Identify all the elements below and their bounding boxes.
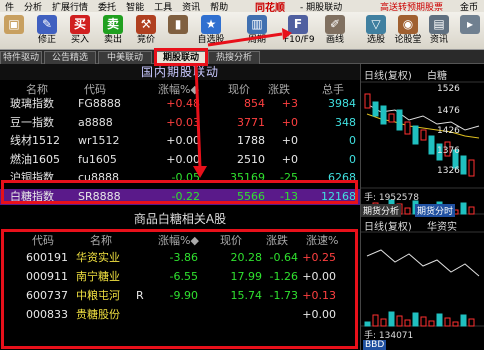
candle [404, 121, 411, 135]
candle [396, 109, 403, 131]
chart-tab-futures-k[interactable]: 期货分析 [361, 204, 402, 217]
volume-bar [404, 319, 411, 327]
candle [428, 135, 435, 155]
arrow-to-row [194, 63, 202, 169]
price-axis-3: 1426 [437, 126, 460, 136]
candle [364, 93, 371, 109]
stock-chart-period-label[interactable]: 日线(复权) [364, 218, 412, 233]
price-axis-1: 1526 [437, 84, 460, 94]
candle [388, 113, 395, 123]
volume-bar [436, 313, 443, 327]
volume-bar [380, 318, 387, 327]
volume-bar [372, 314, 379, 327]
volume-bar [452, 321, 459, 327]
volume-bar [396, 315, 403, 327]
volume-bar [428, 320, 435, 327]
price-axis-5: 1326 [437, 166, 460, 176]
volume-label-1: 手: 1952578 [364, 193, 419, 203]
volume-bar [420, 316, 427, 327]
chart-tab-futures-intraday[interactable]: 期货分时 [415, 204, 456, 217]
arrow-to-menu [207, 32, 283, 47]
volume-bar [468, 318, 475, 327]
volume-bar [468, 206, 475, 215]
candle [372, 101, 379, 117]
candle [468, 159, 475, 177]
volume-bar [364, 321, 371, 327]
price-axis-2: 1476 [437, 106, 460, 116]
bbd-badge[interactable]: BBD [363, 340, 387, 350]
volume-bar [460, 202, 467, 215]
arrow-head-right [282, 28, 292, 40]
candle [420, 129, 427, 141]
chart-symbol-label: 白糖 [427, 71, 447, 82]
stock-chart-symbol-label: 华资实 [427, 222, 457, 233]
volume-bar [444, 317, 451, 327]
chart-period-label[interactable]: 日线(复权) [364, 67, 412, 82]
candle [460, 155, 467, 175]
volume-bar [388, 311, 395, 327]
candle [380, 105, 387, 125]
volume-bar [460, 314, 467, 327]
kline-chart[interactable]: 日线(复权) 白糖 1526 1476 1426 1376 1326 手: 19… [360, 64, 484, 350]
price-axis-4: 1376 [437, 146, 460, 156]
volume-bar [412, 312, 419, 327]
volume-bar [404, 207, 411, 215]
arrow-head-down [193, 166, 207, 178]
candle [412, 125, 419, 145]
